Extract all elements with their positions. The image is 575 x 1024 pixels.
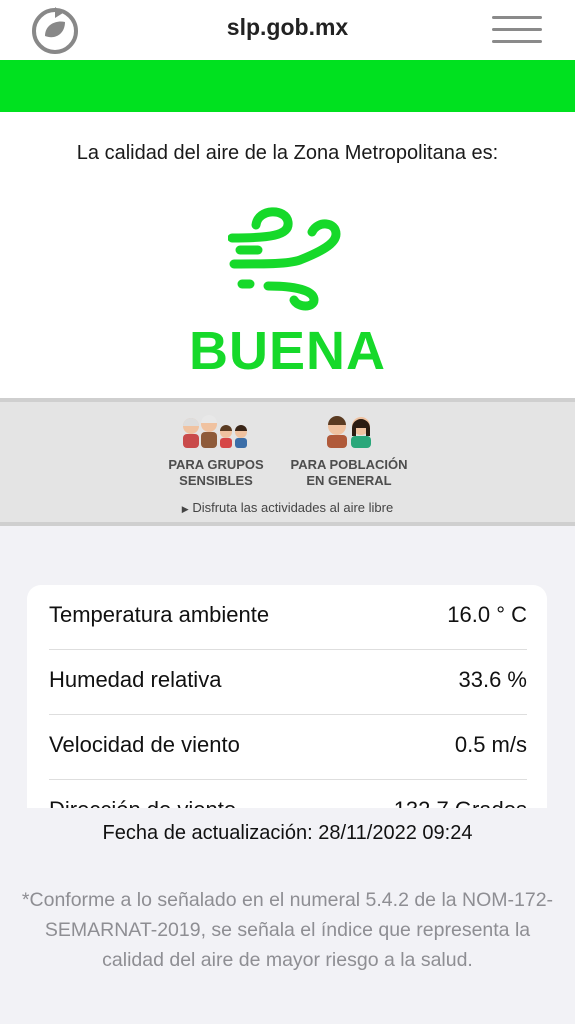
recommendation-note: ▶ Disfruta las actividades al aire libre bbox=[0, 500, 575, 515]
condition-value: 0.5 m/s bbox=[454, 732, 527, 757]
update-timestamp: Fecha de actualización: 28/11/2022 09:24 bbox=[102, 822, 473, 844]
condition-value: 33.6 % bbox=[458, 667, 528, 692]
hamburger-menu-icon[interactable] bbox=[492, 16, 542, 46]
wind-icon bbox=[227, 200, 348, 312]
general-population: PARA POBLACIÓN EN GENERAL bbox=[284, 414, 414, 489]
conditions-card: Temperatura ambiente 16.0 ° C Humedad re… bbox=[27, 585, 547, 845]
family-icon bbox=[151, 414, 281, 453]
condition-label: Humedad relativa bbox=[49, 667, 222, 692]
recommendations-band: PARA GRUPOS SENSIBLES PARA POBLACIÓN EN … bbox=[0, 398, 575, 526]
condition-label: Temperatura ambiente bbox=[49, 602, 270, 627]
status-color-bar bbox=[0, 60, 575, 112]
air-quality-intro: La calidad del aire de la Zona Metropoli… bbox=[76, 142, 499, 164]
condition-row: Velocidad de viento 0.5 m/s bbox=[49, 715, 527, 780]
group-label-line2: SENSIBLES bbox=[179, 473, 253, 488]
couple-icon bbox=[284, 414, 414, 453]
condition-row: Humedad relativa 33.6 % bbox=[49, 650, 527, 715]
site-address: slp.gob.mx bbox=[226, 14, 349, 40]
group-label-line1: PARA POBLACIÓN bbox=[290, 457, 408, 472]
group-label-line1: PARA GRUPOS bbox=[168, 457, 264, 472]
air-quality-level: BUENA bbox=[188, 321, 386, 381]
condition-label: Velocidad de viento bbox=[49, 732, 240, 757]
group-label-line2: EN GENERAL bbox=[306, 473, 392, 488]
disclaimer-text: *Conforme a lo señalado en el numeral 5.… bbox=[21, 889, 554, 971]
sensitive-groups: PARA GRUPOS SENSIBLES bbox=[151, 414, 281, 489]
top-bar: slp.gob.mx bbox=[0, 0, 575, 60]
play-triangle-icon: ▶ bbox=[181, 504, 189, 514]
condition-row: Temperatura ambiente 16.0 ° C bbox=[49, 585, 527, 650]
recommendation-text: Disfruta las actividades al aire libre bbox=[192, 500, 394, 515]
condition-value: 16.0 ° C bbox=[447, 602, 527, 627]
